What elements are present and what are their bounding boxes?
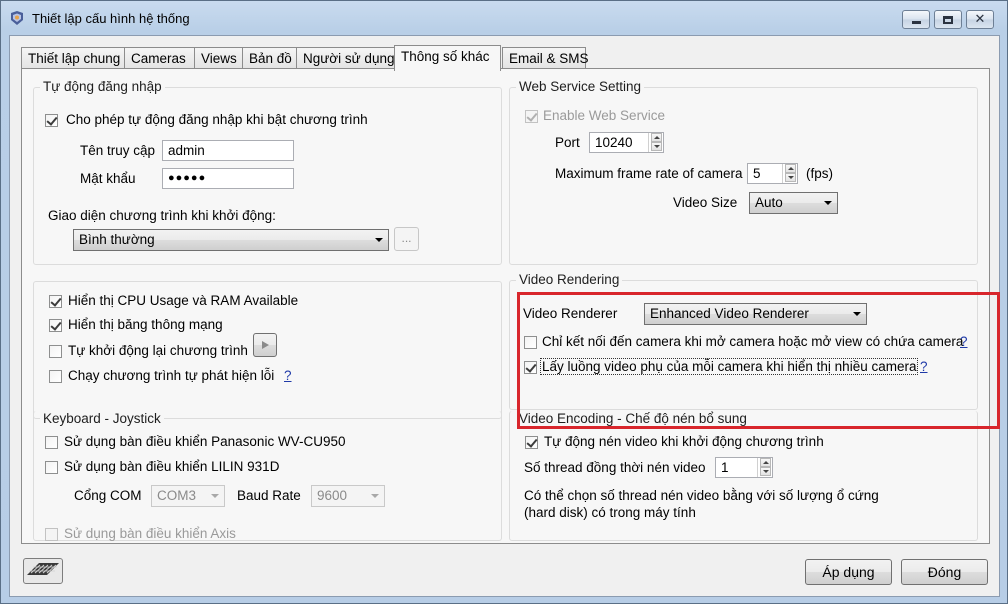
com-port-label: Cổng COM — [74, 488, 142, 503]
spin-down-icon[interactable] — [785, 173, 796, 182]
max-fps-value: 5 — [753, 166, 761, 181]
tab-general[interactable]: Thiết lập chung — [21, 47, 125, 69]
browse-button[interactable]: ... — [394, 227, 419, 251]
video-encoding-group: Video Encoding - Chế độ nén bổ sung Tự đ… — [509, 411, 978, 541]
threads-label: Số thread đồng thời nén video — [524, 460, 706, 475]
video-size-value: Auto — [755, 195, 783, 210]
spin-up-icon[interactable] — [651, 133, 662, 142]
display-options-group: Hiển thị CPU Usage và RAM Available Hiển… — [33, 281, 502, 419]
axis-checkbox[interactable] — [45, 528, 58, 541]
threads-note-line1: Có thể chọn số thread nén video bằng với… — [524, 488, 879, 503]
keyboard-icon — [27, 563, 59, 575]
com-port-select[interactable]: COM3 — [151, 485, 225, 507]
keyboard-button[interactable] — [23, 558, 63, 584]
enable-web-service-label: Enable Web Service — [543, 108, 666, 123]
username-label: Tên truy cập — [80, 143, 156, 158]
max-fps-stepper[interactable]: 5 — [747, 163, 798, 184]
enable-web-service-checkbox[interactable] — [525, 110, 538, 123]
tab-email-sms[interactable]: Email & SMS — [502, 47, 589, 69]
web-service-group: Web Service Setting Enable Web Service P… — [509, 79, 978, 265]
password-input[interactable]: ●●●●● — [162, 168, 294, 189]
startup-ui-value: Bình thường — [79, 232, 155, 247]
panasonic-label: Sử dụng bàn điều khiển Panasonic WV-CU95… — [64, 434, 346, 449]
auto-login-group-title: Tự động đăng nhập — [40, 79, 165, 94]
lilin-checkbox[interactable] — [45, 461, 58, 474]
show-bandwidth-checkbox[interactable] — [49, 319, 62, 332]
close-button[interactable]: Đóng — [901, 559, 988, 585]
auto-detect-error-label: Chạy chương trình tự phát hiện lỗi — [68, 368, 275, 383]
window-title: Thiết lập cấu hình hệ thống — [32, 11, 190, 26]
show-bandwidth-label: Hiển thị băng thông mạng — [68, 317, 223, 332]
tab-maps[interactable]: Bản đồ — [242, 47, 297, 69]
spin-down-icon[interactable] — [651, 142, 662, 151]
tab-views[interactable]: Views — [194, 47, 243, 69]
settings-window: Thiết lập cấu hình hệ thống ✕ Thiết lập … — [0, 0, 1008, 604]
keyboard-joystick-group: Keyboard - Joystick Sử dụng bàn điều khi… — [33, 411, 502, 541]
video-size-select[interactable]: Auto — [749, 192, 838, 214]
auto-detect-help-link[interactable]: ? — [284, 368, 292, 383]
app-icon — [11, 11, 23, 25]
spin-up-icon[interactable] — [785, 164, 796, 173]
lilin-label: Sử dụng bàn điều khiển LILIN 931D — [64, 459, 280, 474]
threads-value: 1 — [721, 460, 729, 475]
chevron-down-icon — [375, 238, 383, 242]
spin-down-icon[interactable] — [760, 467, 771, 476]
tab-users[interactable]: Người sử dụng — [296, 47, 395, 69]
port-stepper[interactable]: 10240 — [589, 132, 664, 153]
auto-compress-label: Tự động nén video khi khởi động chương t… — [544, 434, 824, 449]
com-port-value: COM3 — [157, 488, 197, 503]
auto-login-label: Cho phép tự động đăng nhập khi bật chươn… — [66, 112, 368, 127]
max-fps-label: Maximum frame rate of camera — [555, 166, 743, 181]
auto-restart-label: Tự khởi động lại chương trình — [68, 343, 248, 358]
close-icon: ✕ — [974, 12, 986, 27]
tab-other-settings[interactable]: Thông số khác — [394, 45, 501, 71]
panasonic-checkbox[interactable] — [45, 436, 58, 449]
chevron-down-icon — [371, 494, 379, 498]
auto-login-group: Tự động đăng nhập Cho phép tự động đăng … — [33, 79, 502, 265]
spin-up-icon[interactable] — [760, 458, 771, 467]
minimize-button[interactable] — [902, 10, 930, 29]
port-label: Port — [555, 135, 580, 150]
username-input[interactable]: admin — [162, 140, 294, 161]
video-size-label: Video Size — [673, 195, 738, 210]
tab-cameras[interactable]: Cameras — [124, 47, 195, 69]
threads-note-line2: (hard disk) có trong máy tính — [524, 505, 696, 520]
startup-ui-select[interactable]: Bình thường — [73, 229, 389, 251]
web-service-group-title: Web Service Setting — [516, 79, 645, 94]
minimize-icon — [911, 21, 921, 24]
baud-rate-select[interactable]: 9600 — [311, 485, 385, 507]
title-bar[interactable]: Thiết lập cấu hình hệ thống ✕ — [1, 1, 1007, 35]
auto-restart-checkbox[interactable] — [49, 345, 62, 358]
apply-button[interactable]: Áp dụng — [805, 559, 892, 585]
show-cpu-label: Hiển thị CPU Usage và RAM Available — [68, 293, 299, 308]
baud-rate-value: 9600 — [317, 488, 348, 503]
play-button[interactable] — [253, 333, 277, 357]
auto-login-checkbox[interactable] — [45, 114, 58, 127]
highlight-annotation-box — [517, 292, 1000, 429]
auto-compress-checkbox[interactable] — [525, 436, 538, 449]
play-icon — [262, 341, 269, 349]
maximize-icon — [943, 15, 953, 24]
chevron-down-icon — [824, 201, 832, 205]
keyboard-group-title: Keyboard - Joystick — [40, 411, 164, 426]
close-window-button[interactable]: ✕ — [966, 10, 994, 29]
chevron-down-icon — [211, 494, 219, 498]
startup-ui-label: Giao diện chương trình khi khởi động: — [48, 208, 276, 223]
dialog-client-area: Thiết lập chung Cameras Views Bản đồ Ngư… — [9, 35, 1000, 597]
baud-rate-label: Baud Rate — [237, 488, 301, 503]
maximize-button[interactable] — [934, 10, 962, 29]
show-cpu-checkbox[interactable] — [49, 295, 62, 308]
video-rendering-group-title: Video Rendering — [516, 272, 623, 287]
auto-detect-error-checkbox[interactable] — [49, 370, 62, 383]
fps-unit-label: (fps) — [806, 166, 833, 181]
password-label: Mật khẩu — [80, 171, 136, 186]
axis-label: Sử dụng bàn điều khiển Axis — [64, 526, 236, 541]
port-value: 10240 — [595, 135, 633, 150]
tab-panel-other-settings: Tự động đăng nhập Cho phép tự động đăng … — [21, 68, 1000, 544]
threads-stepper[interactable]: 1 — [715, 457, 773, 478]
